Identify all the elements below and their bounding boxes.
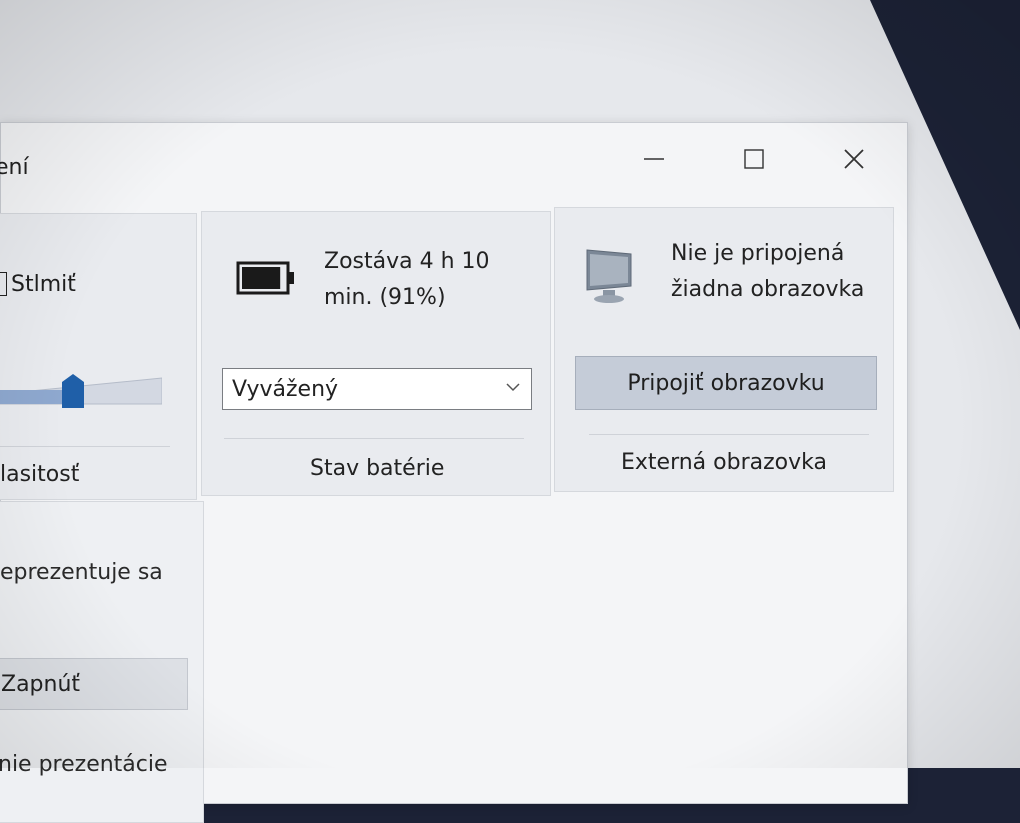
display-status-line2: žiadna obrazovka bbox=[671, 277, 865, 302]
volume-slider[interactable] bbox=[0, 372, 163, 408]
display-status-line1: Nie je pripojená bbox=[671, 241, 845, 266]
display-separator bbox=[589, 434, 869, 435]
title-bar: ení bbox=[0, 123, 907, 203]
battery-status: Zostáva 4 h 10 min. (91%) bbox=[324, 244, 490, 316]
external-display-tile: Nie je pripojená žiadna obrazovka Pripoj… bbox=[554, 207, 894, 492]
battery-separator bbox=[224, 438, 524, 439]
battery-caption: Stav batérie bbox=[310, 456, 445, 481]
presentation-toggle-button[interactable]: Zapnúť bbox=[0, 658, 188, 710]
window-title: ení bbox=[0, 155, 29, 180]
volume-separator bbox=[0, 446, 170, 447]
battery-level-indicator bbox=[242, 267, 281, 289]
maximize-icon bbox=[744, 149, 764, 169]
mobility-center-window: ení Stlmiť lasitosť Zostáva 4 h 10 min. … bbox=[0, 122, 908, 823]
volume-tile: Stlmiť lasitosť bbox=[0, 213, 197, 500]
display-status: Nie je pripojená žiadna obrazovka bbox=[671, 236, 864, 308]
presentation-caption: nie prezentácie bbox=[0, 752, 168, 777]
minimize-button[interactable] bbox=[631, 139, 677, 179]
maximize-button[interactable] bbox=[731, 139, 777, 179]
battery-tile: Zostáva 4 h 10 min. (91%) Vyvážený Stav … bbox=[201, 211, 551, 496]
mute-checkbox[interactable] bbox=[0, 272, 7, 296]
power-plan-value: Vyvážený bbox=[232, 377, 339, 402]
volume-slider-graphic bbox=[0, 374, 163, 408]
minimize-icon bbox=[644, 158, 664, 160]
battery-status-line1: Zostáva 4 h 10 bbox=[324, 249, 490, 274]
mute-label: Stlmiť bbox=[11, 272, 76, 297]
display-caption: Externá obrazovka bbox=[621, 450, 827, 475]
close-icon bbox=[844, 149, 864, 169]
power-plan-select[interactable]: Vyvážený bbox=[222, 368, 532, 410]
presentation-tile: eprezentuje sa Zapnúť nie prezentácie bbox=[0, 501, 204, 823]
battery-icon bbox=[236, 261, 294, 295]
slider-handle-icon[interactable] bbox=[62, 374, 84, 408]
battery-status-line2: min. (91%) bbox=[324, 285, 446, 310]
connect-display-button[interactable]: Pripojiť obrazovku bbox=[575, 356, 877, 410]
volume-caption: lasitosť bbox=[0, 462, 80, 487]
presentation-status: eprezentuje sa bbox=[0, 560, 163, 585]
monitor-icon bbox=[586, 249, 632, 303]
close-button[interactable] bbox=[831, 139, 877, 179]
chevron-down-icon bbox=[506, 383, 520, 392]
